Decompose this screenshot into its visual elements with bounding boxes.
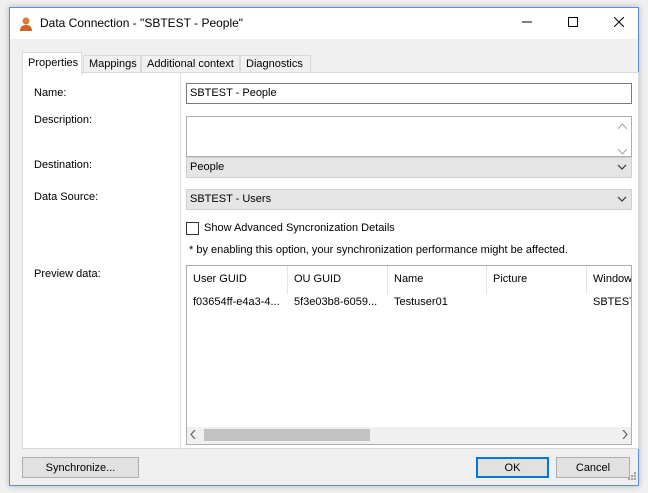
horizontal-scrollbar[interactable] (187, 427, 631, 444)
properties-panel: Name: SBTEST - People Description: Desti… (22, 72, 639, 450)
table-cell: SBTEST (593, 296, 631, 308)
minimize-button[interactable] (504, 8, 550, 39)
tab-properties[interactable]: Properties (22, 52, 82, 75)
title-bar[interactable]: Data Connection - "SBTEST - People" (10, 8, 638, 39)
column-header-picture[interactable]: Picture (487, 266, 587, 294)
name-label: Name: (34, 87, 67, 99)
data-source-select[interactable]: SBTEST - Users (186, 189, 632, 210)
close-button[interactable] (596, 8, 642, 39)
ok-button[interactable]: OK (476, 457, 549, 478)
column-header-name[interactable]: Name (388, 266, 487, 294)
window-title: Data Connection - "SBTEST - People" (40, 16, 244, 30)
resize-grip-icon[interactable] (628, 471, 636, 483)
destination-value: People (190, 161, 225, 173)
synchronize-button[interactable]: Synchronize... (22, 457, 139, 478)
panel-divider (180, 73, 181, 450)
person-icon (18, 16, 34, 32)
cancel-button[interactable]: Cancel (556, 457, 630, 478)
scroll-right-icon[interactable] (622, 429, 628, 442)
maximize-icon (568, 17, 578, 30)
description-scrollbar[interactable] (614, 117, 631, 156)
data-source-label: Data Source: (34, 191, 99, 203)
data-connection-dialog: Data Connection - "SBTEST - People" Prop… (9, 7, 639, 486)
description-field[interactable] (186, 116, 632, 157)
close-icon (613, 16, 625, 30)
scroll-left-icon[interactable] (190, 429, 196, 442)
scroll-up-icon[interactable] (617, 120, 628, 132)
destination-select[interactable]: People (186, 157, 632, 178)
performance-note: * by enabling this option, your synchron… (189, 244, 568, 256)
table-cell: Testuser01 (394, 296, 448, 308)
chevron-down-icon (617, 194, 627, 204)
scrollbar-thumb[interactable] (204, 429, 370, 441)
maximize-button[interactable] (550, 8, 596, 39)
advanced-details-checkbox[interactable] (186, 222, 199, 235)
table-cell: 5f3e03b8-6059... (294, 296, 378, 308)
chevron-down-icon (617, 162, 627, 172)
preview-label: Preview data: (34, 268, 101, 280)
column-header-window[interactable]: Window (587, 266, 631, 294)
description-label: Description: (34, 114, 93, 126)
column-header-user-guid[interactable]: User GUID (187, 266, 288, 294)
data-source-value: SBTEST - Users (190, 193, 272, 205)
preview-grid[interactable]: User GUID OU GUID Name Picture Window f0… (186, 265, 632, 445)
column-header-ou-guid[interactable]: OU GUID (288, 266, 388, 294)
table-cell: f03654ff-e4a3-4... (193, 296, 280, 308)
name-field[interactable]: SBTEST - People (186, 83, 632, 104)
destination-label: Destination: (34, 159, 93, 171)
advanced-details-label[interactable]: Show Advanced Syncronization Details (204, 222, 395, 234)
minimize-icon (522, 17, 532, 30)
